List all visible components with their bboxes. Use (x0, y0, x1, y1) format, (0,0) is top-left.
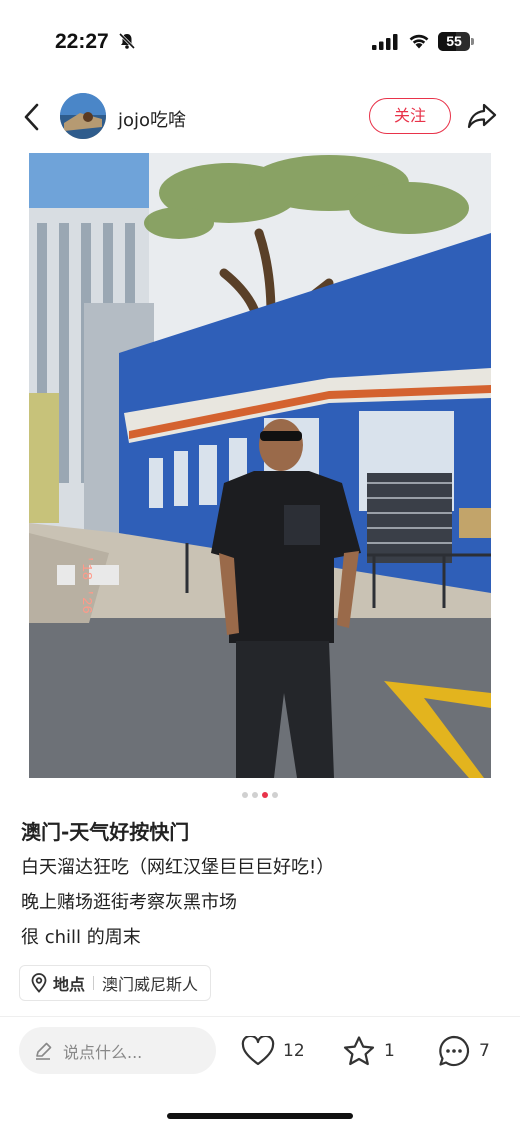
avatar-image (60, 93, 106, 139)
location-pin-icon (31, 973, 47, 993)
comment-button[interactable]: 7 (437, 1032, 490, 1070)
chevron-left-icon[interactable] (20, 102, 44, 132)
note-line: 白天溜达狂吃（网红汉堡巨巨巨好吃!） (21, 857, 335, 878)
carousel-dot (242, 792, 248, 798)
collect-count: 1 (384, 1041, 395, 1061)
star-icon (343, 1036, 375, 1066)
status-time: 22:27 (55, 30, 109, 53)
carousel-indicator (0, 792, 520, 798)
comment-count: 7 (479, 1041, 490, 1061)
home-indicator[interactable] (167, 1113, 353, 1119)
pencil-icon (36, 1042, 52, 1060)
carousel-dot (252, 792, 258, 798)
note-line: 很 chill 的周末 (21, 927, 141, 948)
share-icon[interactable] (466, 101, 498, 131)
location-chip[interactable]: 地点 澳门威尼斯人 (19, 965, 212, 1001)
like-button[interactable]: 12 (241, 1032, 305, 1070)
note-body: 白天溜达狂吃（网红汉堡巨巨巨好吃!） 晚上赌场逛街考察灰黑市场 很 chill … (21, 855, 501, 960)
like-count: 12 (283, 1041, 305, 1061)
author-name[interactable]: jojo吃啥 (118, 106, 186, 132)
carousel-dot (262, 792, 268, 798)
battery-level: 55 (446, 33, 462, 49)
comment-placeholder: 说点什么... (63, 1042, 143, 1062)
location-label: 地点 (53, 975, 86, 994)
note-title: 澳门-天气好按快门 (21, 820, 190, 844)
note-line: 晚上赌场逛街考察灰黑市场 (21, 892, 237, 913)
photo-date-stamp: '18 '26 (78, 555, 94, 614)
comment-bubble-icon (439, 1035, 470, 1067)
collect-button[interactable]: 1 (342, 1032, 395, 1070)
comment-input[interactable]: 说点什么... (19, 1027, 216, 1074)
divider (0, 1016, 520, 1017)
note-photo[interactable]: '18 '26 (29, 153, 491, 778)
follow-button[interactable]: 关注 (369, 98, 451, 134)
heart-icon (241, 1036, 275, 1066)
battery-icon: 55 (438, 32, 474, 51)
battery-cap (471, 38, 474, 45)
status-bar: 22:27 55 (0, 0, 520, 80)
wifi-icon (409, 34, 429, 49)
note-header: jojo吃啥 关注 (0, 90, 520, 146)
bell-slash-icon (118, 32, 136, 50)
photo-image: '18 '26 (29, 153, 491, 778)
carousel-dot (272, 792, 278, 798)
location-value: 澳门威尼斯人 (102, 975, 199, 994)
signal-icon (372, 34, 398, 50)
author-avatar[interactable] (60, 93, 106, 139)
location-separator (93, 976, 95, 990)
